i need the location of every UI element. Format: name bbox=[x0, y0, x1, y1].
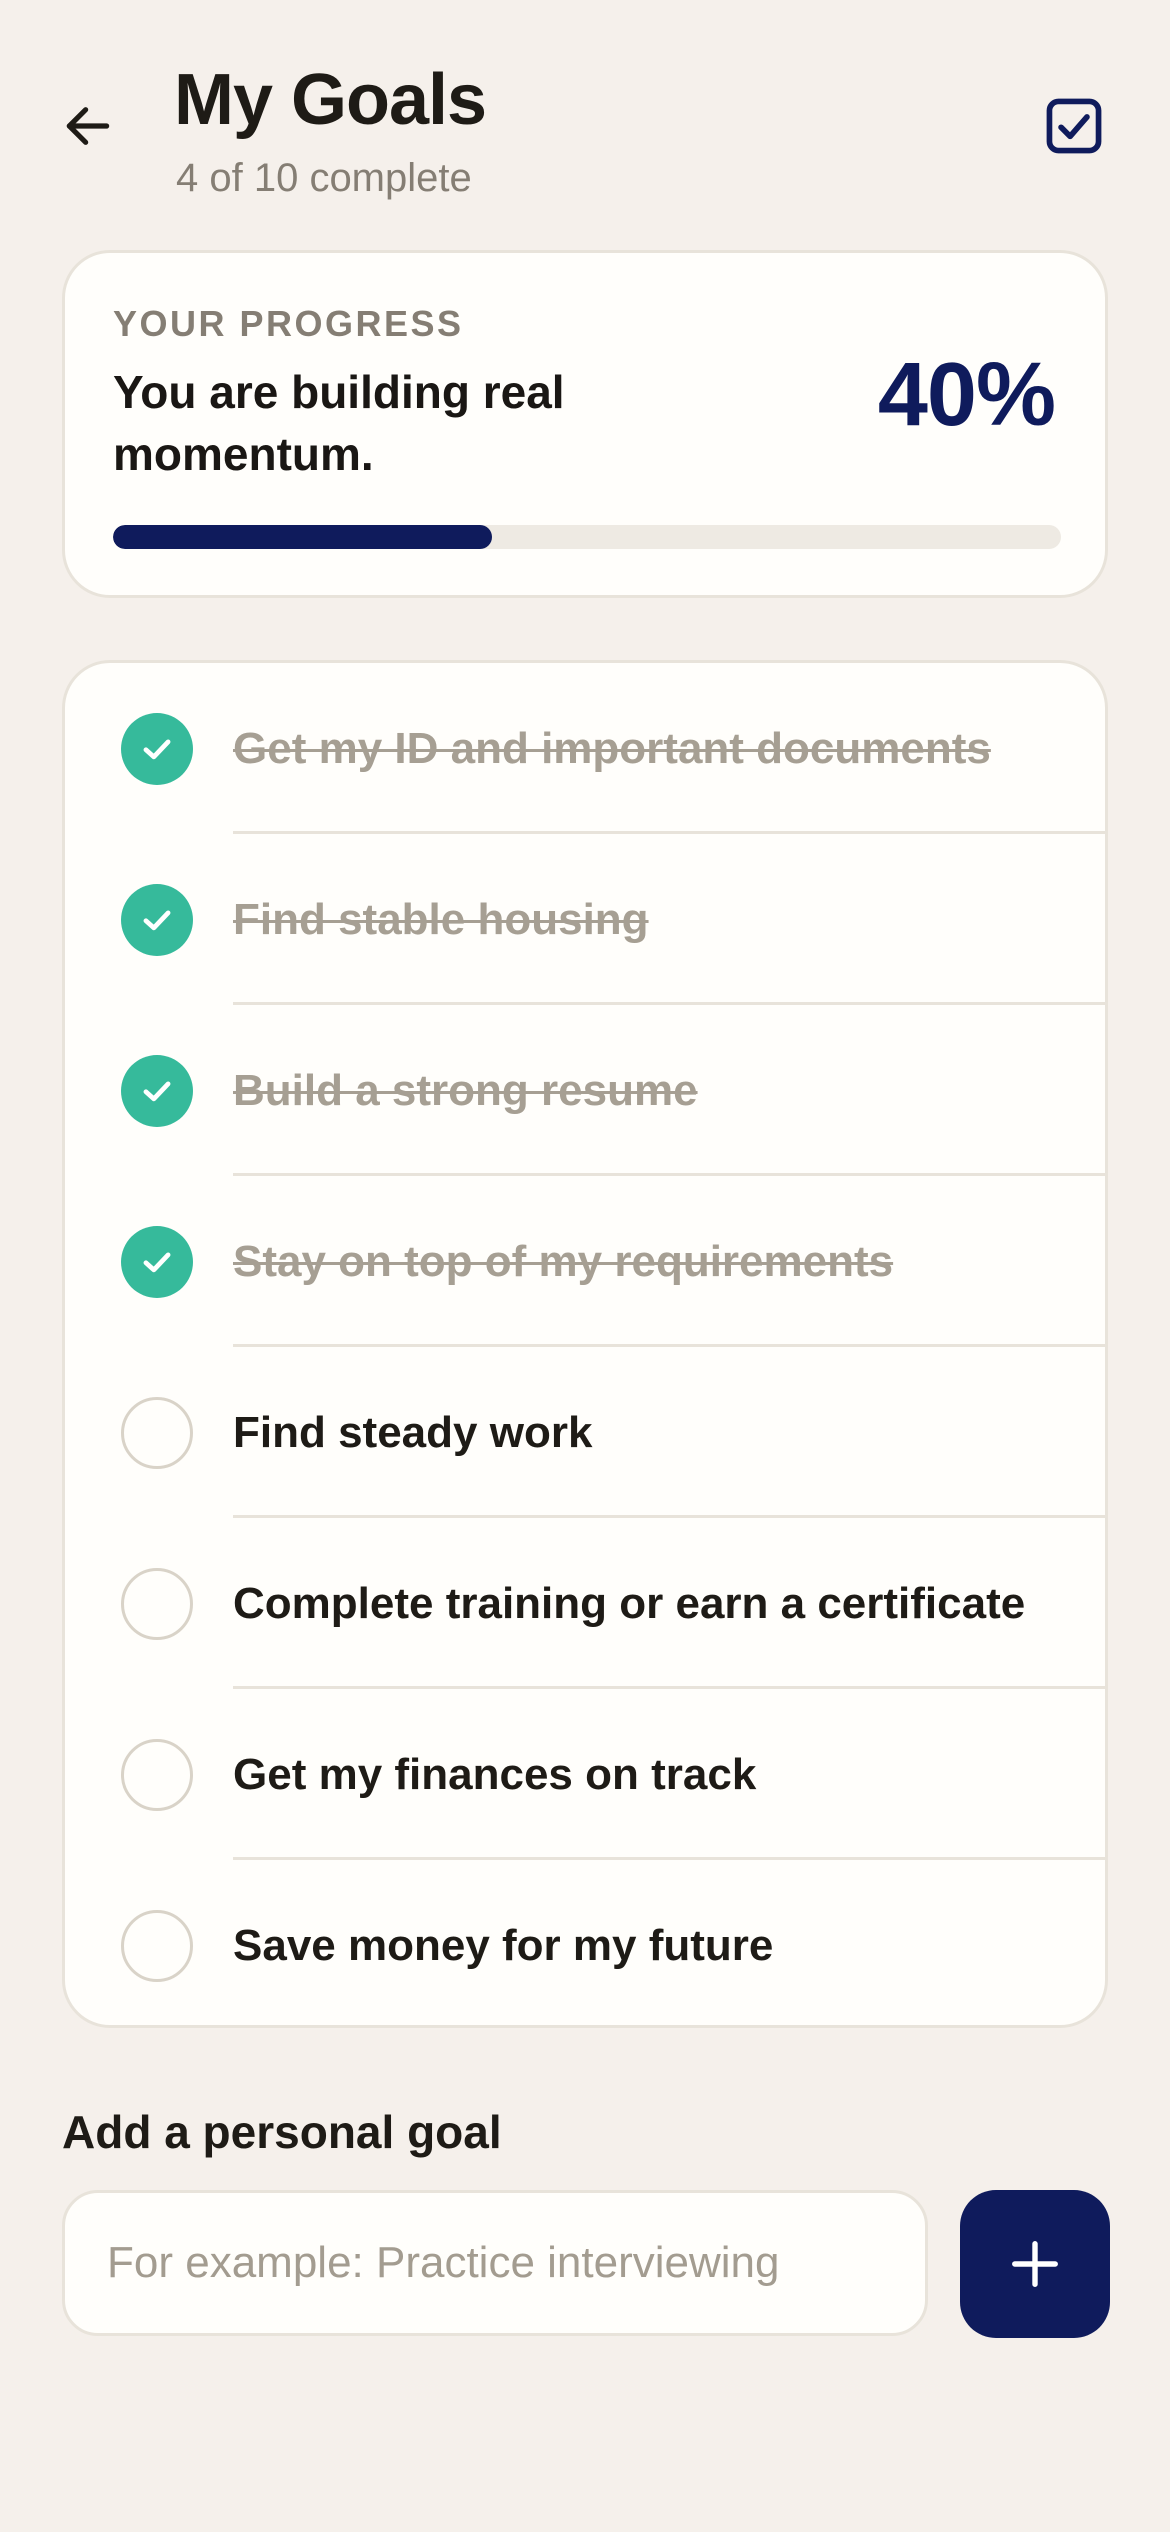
checklist-button[interactable] bbox=[1036, 88, 1112, 164]
goal-item[interactable]: Build a strong resume bbox=[65, 1005, 1105, 1176]
goal-checkbox-unchecked[interactable] bbox=[121, 1567, 193, 1640]
goal-checkbox-checked[interactable] bbox=[121, 883, 193, 956]
goal-item[interactable]: Complete training or earn a certificate bbox=[65, 1518, 1105, 1689]
goal-item[interactable]: Save money for my future bbox=[65, 1860, 1105, 2025]
checkmark-icon bbox=[143, 739, 171, 759]
goals-screen: My Goals 4 of 10 complete YOUR PROGRESS … bbox=[0, 0, 1170, 2532]
goal-label: Get my ID and important documents bbox=[233, 723, 991, 773]
goal-label: Complete training or earn a certificate bbox=[233, 1578, 1026, 1628]
plus-icon bbox=[1012, 2241, 1058, 2287]
progress-message: You are building real momentum. bbox=[113, 366, 565, 480]
goal-item[interactable]: Stay on top of my requirements bbox=[65, 1176, 1105, 1347]
goal-item[interactable]: Find stable housing bbox=[65, 834, 1105, 1005]
add-goal-button[interactable] bbox=[960, 2190, 1110, 2338]
goal-label: Save money for my future bbox=[233, 1920, 774, 1970]
goal-label: Stay on top of my requirements bbox=[233, 1236, 894, 1286]
header: My Goals 4 of 10 complete bbox=[0, 0, 1170, 230]
goal-item[interactable]: Get my ID and important documents bbox=[65, 663, 1105, 834]
progress-percent: 40% bbox=[877, 345, 1056, 445]
progress-bar-track bbox=[113, 525, 1061, 549]
progress-bar-fill bbox=[113, 525, 493, 549]
progress-eyebrow: YOUR PROGRESS bbox=[113, 303, 464, 344]
goal-checkbox-unchecked[interactable] bbox=[121, 1396, 193, 1469]
goal-label: Find stable housing bbox=[233, 894, 649, 944]
completion-count: 4 of 10 complete bbox=[176, 156, 472, 200]
checkbox-checked-icon bbox=[1046, 98, 1102, 154]
goal-label: Get my finances on track bbox=[233, 1749, 757, 1799]
goal-item[interactable]: Get my finances on track bbox=[65, 1689, 1105, 1860]
goal-label: Find steady work bbox=[233, 1407, 593, 1457]
goal-label: Build a strong resume bbox=[233, 1065, 698, 1115]
page-title: My Goals bbox=[174, 60, 487, 140]
goal-checkbox-unchecked[interactable] bbox=[121, 1738, 193, 1811]
goal-checkbox-checked[interactable] bbox=[121, 1225, 193, 1298]
goal-item[interactable]: Find steady work bbox=[65, 1347, 1105, 1518]
goal-checkbox-unchecked[interactable] bbox=[121, 1909, 193, 1982]
add-goal-heading: Add a personal goal bbox=[62, 2106, 502, 2158]
back-button[interactable] bbox=[52, 90, 124, 162]
progress-card: YOUR PROGRESS You are building real mome… bbox=[62, 250, 1108, 598]
arrow-left-icon bbox=[66, 107, 110, 145]
goals-list: Get my ID and important documents Find st… bbox=[62, 660, 1108, 2028]
goal-checkbox-checked[interactable] bbox=[121, 712, 193, 785]
goal-checkbox-checked[interactable] bbox=[121, 1054, 193, 1127]
add-goal-input[interactable] bbox=[62, 2190, 928, 2336]
checkmark-icon bbox=[143, 1081, 171, 1101]
checkmark-icon bbox=[143, 1252, 171, 1272]
checkmark-icon bbox=[143, 910, 171, 930]
